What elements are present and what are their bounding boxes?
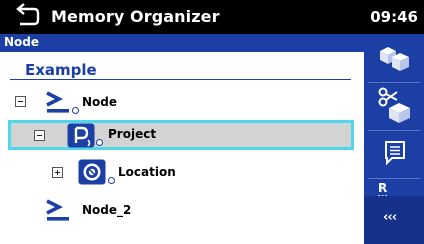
comment-button[interactable]	[367, 132, 421, 176]
collapse-toggle[interactable]	[34, 130, 45, 141]
rename-letter: R	[378, 181, 387, 195]
toolbar-divider	[368, 130, 420, 131]
node-dot-icon	[108, 177, 115, 184]
tree-row-project[interactable]: Project	[8, 120, 354, 150]
tree-row-node-2[interactable]: Node_2	[0, 195, 364, 225]
cut-button[interactable]	[367, 84, 421, 128]
add-structure-button[interactable]	[367, 36, 421, 80]
tree-item-label: Location	[118, 165, 176, 179]
collapse-toggle[interactable]	[15, 96, 26, 107]
clock: 09:46	[370, 8, 418, 26]
triple-chevron-left-icon: ‹‹‹	[383, 210, 397, 225]
toolbar-divider	[368, 178, 420, 179]
node-dot-icon	[72, 107, 79, 114]
node-prompt-icon	[46, 91, 69, 113]
tree-heading: Example	[25, 61, 97, 79]
breadcrumb: Node	[0, 34, 364, 52]
add-structure-icon	[380, 47, 409, 71]
more-button[interactable]: ‹‹‹	[364, 196, 424, 244]
title-bar: Memory Organizer 09:46	[0, 0, 424, 34]
tree-row-location[interactable]: Location	[0, 156, 364, 186]
scissors-icon	[378, 87, 410, 123]
tree-item-label: Project	[108, 127, 157, 141]
tree-item-label: Node	[82, 95, 118, 109]
node-dot-icon	[96, 139, 103, 146]
heading-underline	[10, 79, 351, 80]
page-title: Memory Organizer	[51, 7, 220, 26]
node-prompt-icon	[46, 199, 69, 221]
tree-row-node[interactable]: Node	[0, 86, 364, 116]
location-icon	[78, 159, 106, 185]
project-icon	[67, 123, 95, 148]
comment-icon	[385, 141, 405, 166]
expand-toggle[interactable]	[52, 167, 63, 178]
tree-item-label: Node_2	[82, 203, 132, 217]
toolbar-divider	[368, 82, 420, 83]
breadcrumb-text: Node	[4, 35, 40, 49]
return-arrow-icon[interactable]	[14, 3, 42, 27]
